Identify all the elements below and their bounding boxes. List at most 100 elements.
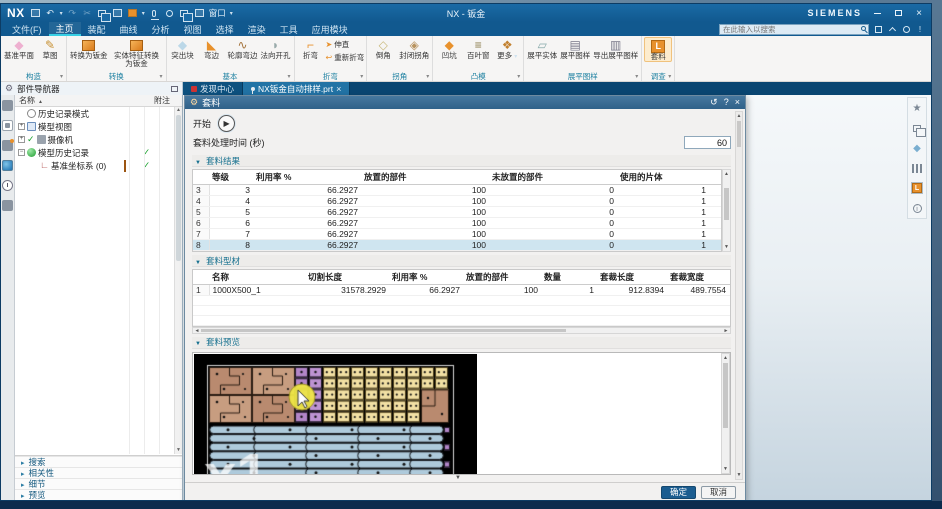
dialog-more-icon[interactable] xyxy=(185,475,731,482)
section-dependencies[interactable]: 相关性 xyxy=(15,467,182,478)
tab-feature-button[interactable]: ◆突出块 xyxy=(169,37,197,60)
paste-icon[interactable] xyxy=(112,8,123,19)
restore-button[interactable] xyxy=(892,8,904,19)
save-icon[interactable] xyxy=(30,8,41,19)
panel-maximize-icon[interactable] xyxy=(171,86,178,92)
rebend-button[interactable]: ↩重新折弯 xyxy=(326,52,365,63)
diamond-tool-icon[interactable]: ◆ xyxy=(911,142,923,154)
tree-item-cameras[interactable]: +✓摄像机 xyxy=(15,133,182,146)
undo-dropdown-icon[interactable] xyxy=(60,10,63,17)
navigator-column-header[interactable]: 名称 附注 xyxy=(15,95,182,107)
flange-button[interactable]: ◣弯边 xyxy=(198,37,226,60)
expander-icon[interactable]: + xyxy=(18,136,25,143)
fullscreen-icon[interactable] xyxy=(873,24,883,34)
scroll-thumb[interactable] xyxy=(724,188,729,220)
tab-assemblies[interactable]: 装配 xyxy=(81,22,113,36)
group-dropdown-icon[interactable] xyxy=(159,73,162,80)
group-dropdown-icon[interactable] xyxy=(360,73,363,80)
tab-analysis[interactable]: 分析 xyxy=(145,22,177,36)
swatch-dropdown-icon[interactable] xyxy=(142,10,145,17)
assembly-navigator-icon[interactable] xyxy=(2,100,13,111)
nest-preview-canvas[interactable] xyxy=(194,354,477,475)
window-menu-dropdown-icon[interactable] xyxy=(230,10,233,17)
group-dropdown-icon[interactable] xyxy=(60,73,63,80)
section-results[interactable]: 套料结果 xyxy=(192,155,731,167)
navigator-gear-icon[interactable]: ⚙ xyxy=(5,83,13,94)
sketch-button[interactable]: ✎草图 xyxy=(36,37,64,60)
tree-item-model-views[interactable]: +模型视图 xyxy=(15,120,182,133)
tree-item-datum-csys[interactable]: ∟基准坐标系 (0) ✓ xyxy=(15,159,182,172)
cascade-windows-icon[interactable] xyxy=(179,8,190,19)
profiles-table[interactable]: 名称切割长度利用率 %放置的部件数量套裁长度套裁宽度11000X500_1315… xyxy=(192,269,731,327)
search-input[interactable] xyxy=(719,24,869,35)
history-palette-icon[interactable] xyxy=(2,180,13,191)
louver-button[interactable]: ≡百叶窗 xyxy=(464,37,492,60)
undo-icon[interactable]: ↶ xyxy=(45,8,56,19)
redo-icon[interactable]: ↷ xyxy=(67,8,78,19)
new-feature-icon[interactable]: ★ xyxy=(911,102,923,114)
reuse-library-icon[interactable] xyxy=(2,140,13,151)
alerts-icon[interactable]: ! xyxy=(915,24,925,34)
scroll-thumb[interactable] xyxy=(723,363,728,428)
part-navigator-icon[interactable] xyxy=(2,120,13,131)
nesting-button[interactable]: L套料 xyxy=(644,37,672,62)
tab-view[interactable]: 视图 xyxy=(177,22,209,36)
cut-icon[interactable]: ✂ xyxy=(82,8,93,19)
user-assist-icon[interactable] xyxy=(901,24,911,34)
ok-button[interactable]: 确定 xyxy=(661,486,696,499)
new-window-icon[interactable] xyxy=(194,8,205,19)
section-search[interactable]: 搜索 xyxy=(15,456,182,467)
normal-cutout-button[interactable]: ◗法向开孔 xyxy=(260,37,292,60)
tab-curve[interactable]: 曲线 xyxy=(113,22,145,36)
unbend-button[interactable]: ➤伸直 xyxy=(326,39,365,50)
chamfer-button[interactable]: ◇倒角 xyxy=(369,37,397,60)
touch-mode-icon[interactable] xyxy=(164,8,175,19)
preview-scrollbar[interactable] xyxy=(721,353,730,474)
section-collapse-icon[interactable] xyxy=(195,256,201,266)
group-dropdown-icon[interactable] xyxy=(517,73,520,80)
scroll-thumb[interactable] xyxy=(737,121,741,147)
time-input[interactable] xyxy=(684,136,731,149)
section-preview[interactable]: 套料预览 xyxy=(192,337,731,349)
flat-solid-button[interactable]: ▱展平实体 xyxy=(526,37,558,60)
more-button[interactable]: ❖更多 xyxy=(493,37,521,60)
dialog-close-icon[interactable] xyxy=(735,97,740,108)
tab-render[interactable]: 渲染 xyxy=(241,22,273,36)
section-details[interactable]: 细节 xyxy=(15,478,182,489)
solid-to-sheetmetal-button[interactable]: 实体特征转换为钣金 xyxy=(110,37,164,68)
minimize-ribbon-icon[interactable] xyxy=(887,24,897,34)
tree-item-history-mode[interactable]: 历史记录模式 xyxy=(15,107,182,120)
group-dropdown-icon[interactable] xyxy=(426,73,429,80)
group-dropdown-icon[interactable] xyxy=(635,73,638,80)
voice-command-icon[interactable] xyxy=(149,8,160,19)
section-collapse-icon[interactable] xyxy=(195,156,201,166)
section-collapse-icon[interactable] xyxy=(195,337,201,347)
tab-application[interactable]: 应用模块 xyxy=(305,22,355,36)
results-table[interactable]: 等级利用率 %放置的部件未放置的部件使用的片体3366.292710001446… xyxy=(192,169,722,252)
scroll-thumb[interactable] xyxy=(176,115,181,261)
scroll-down-icon[interactable] xyxy=(175,447,182,454)
section-profiles[interactable]: 套料型材 xyxy=(192,255,731,267)
contour-flange-button[interactable]: ∿轮廓弯边 xyxy=(227,37,259,60)
group-dropdown-icon[interactable] xyxy=(668,73,671,80)
close-button[interactable] xyxy=(913,8,925,19)
dimple-button[interactable]: ◆凹坑 xyxy=(435,37,463,60)
menu-file[interactable]: 文件(F) xyxy=(5,22,49,36)
tab-close-icon[interactable] xyxy=(336,84,341,94)
web-browser-icon[interactable] xyxy=(2,160,13,171)
bend-button[interactable]: ⌐折弯 xyxy=(297,37,325,60)
tab-active-part[interactable]: NX钣金自动排样.prt xyxy=(243,82,350,95)
scroll-thumb[interactable] xyxy=(201,329,566,332)
closed-corner-button[interactable]: ◈封闭拐角 xyxy=(398,37,430,60)
tab-tools[interactable]: 工具 xyxy=(273,22,305,36)
window-menu[interactable]: 窗口 xyxy=(209,7,226,19)
profiles-hscrollbar[interactable] xyxy=(192,327,731,334)
results-scrollbar[interactable] xyxy=(722,169,731,252)
flat-pattern-button[interactable]: ▤展平图样 xyxy=(559,37,591,60)
roles-icon[interactable] xyxy=(2,200,13,211)
cancel-button[interactable]: 取消 xyxy=(701,486,736,499)
copy-icon[interactable] xyxy=(97,8,108,19)
flat-pattern-tool-icon[interactable] xyxy=(911,162,923,174)
tab-home[interactable]: 主页 xyxy=(49,22,81,36)
tab-discover-center[interactable]: 发现中心 xyxy=(183,82,243,95)
